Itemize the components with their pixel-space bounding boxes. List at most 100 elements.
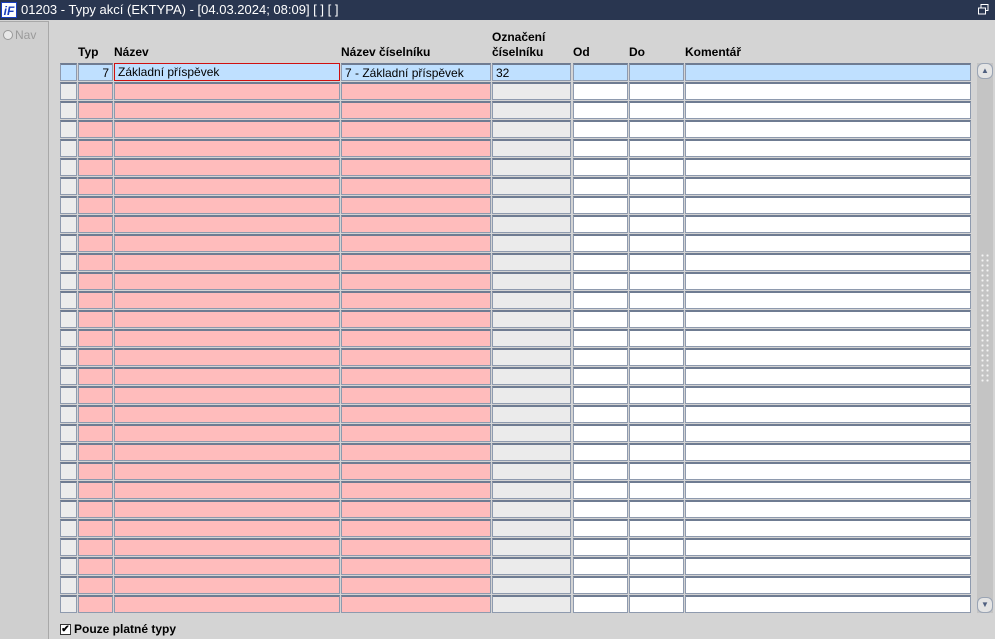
do-field[interactable] <box>629 234 684 252</box>
do-field[interactable] <box>629 386 684 404</box>
row-selector[interactable] <box>60 82 77 100</box>
nazev-ciselniku-field[interactable] <box>341 139 491 157</box>
nazev-field[interactable] <box>114 253 340 271</box>
nazev-ciselniku-field[interactable] <box>341 500 491 518</box>
nazev-field[interactable] <box>114 424 340 442</box>
oznaceni-field[interactable] <box>492 595 571 613</box>
nazev-field[interactable] <box>114 462 340 480</box>
nazev-field[interactable] <box>114 500 340 518</box>
do-field[interactable] <box>629 82 684 100</box>
typ-field[interactable] <box>78 234 113 252</box>
typ-field[interactable] <box>78 253 113 271</box>
oznaceni-field[interactable] <box>492 462 571 480</box>
komentar-field[interactable] <box>685 557 971 575</box>
typ-field[interactable] <box>78 158 113 176</box>
nazev-ciselniku-field[interactable] <box>341 576 491 594</box>
oznaceni-field[interactable] <box>492 158 571 176</box>
komentar-field[interactable] <box>685 329 971 347</box>
nazev-ciselniku-field[interactable] <box>341 196 491 214</box>
typ-field[interactable] <box>78 557 113 575</box>
do-field[interactable] <box>629 595 684 613</box>
od-field[interactable] <box>573 557 628 575</box>
nazev-field[interactable] <box>114 367 340 385</box>
nazev-ciselniku-field[interactable] <box>341 215 491 233</box>
nazev-field[interactable] <box>114 595 340 613</box>
od-field[interactable] <box>573 291 628 309</box>
scroll-down-icon[interactable]: ▼ <box>977 597 993 613</box>
do-field[interactable] <box>629 424 684 442</box>
nazev-ciselniku-field[interactable] <box>341 519 491 537</box>
nazev-field[interactable] <box>114 82 340 100</box>
komentar-field[interactable] <box>685 63 971 81</box>
nazev-field[interactable] <box>114 443 340 461</box>
row-selector[interactable] <box>60 367 77 385</box>
komentar-field[interactable] <box>685 101 971 119</box>
nazev-ciselniku-field[interactable] <box>341 538 491 556</box>
od-field[interactable] <box>573 63 628 81</box>
komentar-field[interactable] <box>685 215 971 233</box>
typ-field[interactable] <box>78 595 113 613</box>
row-selector[interactable] <box>60 595 77 613</box>
komentar-field[interactable] <box>685 519 971 537</box>
row-selector[interactable] <box>60 462 77 480</box>
nazev-ciselniku-field[interactable]: 7 - Základní příspěvek <box>341 63 491 81</box>
od-field[interactable] <box>573 329 628 347</box>
od-field[interactable] <box>573 500 628 518</box>
oznaceni-field[interactable] <box>492 481 571 499</box>
komentar-field[interactable] <box>685 500 971 518</box>
nazev-ciselniku-field[interactable] <box>341 481 491 499</box>
nazev-field[interactable] <box>114 158 340 176</box>
od-field[interactable] <box>573 443 628 461</box>
nazev-field[interactable] <box>114 234 340 252</box>
komentar-field[interactable] <box>685 177 971 195</box>
row-selector[interactable] <box>60 481 77 499</box>
oznaceni-field[interactable] <box>492 329 571 347</box>
typ-field[interactable] <box>78 443 113 461</box>
nazev-field[interactable] <box>114 538 340 556</box>
od-field[interactable] <box>573 576 628 594</box>
nazev-ciselniku-field[interactable] <box>341 443 491 461</box>
nazev-ciselniku-field[interactable] <box>341 557 491 575</box>
od-field[interactable] <box>573 538 628 556</box>
nazev-field[interactable] <box>114 120 340 138</box>
nazev-field[interactable] <box>114 329 340 347</box>
row-selector[interactable] <box>60 120 77 138</box>
oznaceni-field[interactable] <box>492 253 571 271</box>
komentar-field[interactable] <box>685 386 971 404</box>
nazev-ciselniku-field[interactable] <box>341 424 491 442</box>
nazev-field[interactable] <box>114 291 340 309</box>
typ-field[interactable] <box>78 291 113 309</box>
do-field[interactable] <box>629 177 684 195</box>
row-selector[interactable] <box>60 500 77 518</box>
oznaceni-field[interactable] <box>492 101 571 119</box>
row-selector[interactable] <box>60 291 77 309</box>
oznaceni-field[interactable]: 32 <box>492 63 571 81</box>
komentar-field[interactable] <box>685 272 971 290</box>
do-field[interactable] <box>629 538 684 556</box>
oznaceni-field[interactable] <box>492 310 571 328</box>
typ-field[interactable] <box>78 405 113 423</box>
oznaceni-field[interactable] <box>492 519 571 537</box>
do-field[interactable] <box>629 481 684 499</box>
komentar-field[interactable] <box>685 234 971 252</box>
nazev-ciselniku-field[interactable] <box>341 310 491 328</box>
do-field[interactable] <box>629 310 684 328</box>
od-field[interactable] <box>573 405 628 423</box>
komentar-field[interactable] <box>685 348 971 366</box>
row-selector[interactable] <box>60 215 77 233</box>
nazev-field[interactable] <box>114 348 340 366</box>
nav-radio[interactable]: Nav <box>3 28 36 42</box>
restore-window-icon[interactable] <box>978 4 989 15</box>
od-field[interactable] <box>573 424 628 442</box>
komentar-field[interactable] <box>685 424 971 442</box>
nazev-ciselniku-field[interactable] <box>341 291 491 309</box>
do-field[interactable] <box>629 348 684 366</box>
oznaceni-field[interactable] <box>492 139 571 157</box>
do-field[interactable] <box>629 253 684 271</box>
nazev-ciselniku-field[interactable] <box>341 367 491 385</box>
od-field[interactable] <box>573 82 628 100</box>
row-selector[interactable] <box>60 234 77 252</box>
oznaceni-field[interactable] <box>492 82 571 100</box>
komentar-field[interactable] <box>685 82 971 100</box>
nazev-field[interactable] <box>114 310 340 328</box>
